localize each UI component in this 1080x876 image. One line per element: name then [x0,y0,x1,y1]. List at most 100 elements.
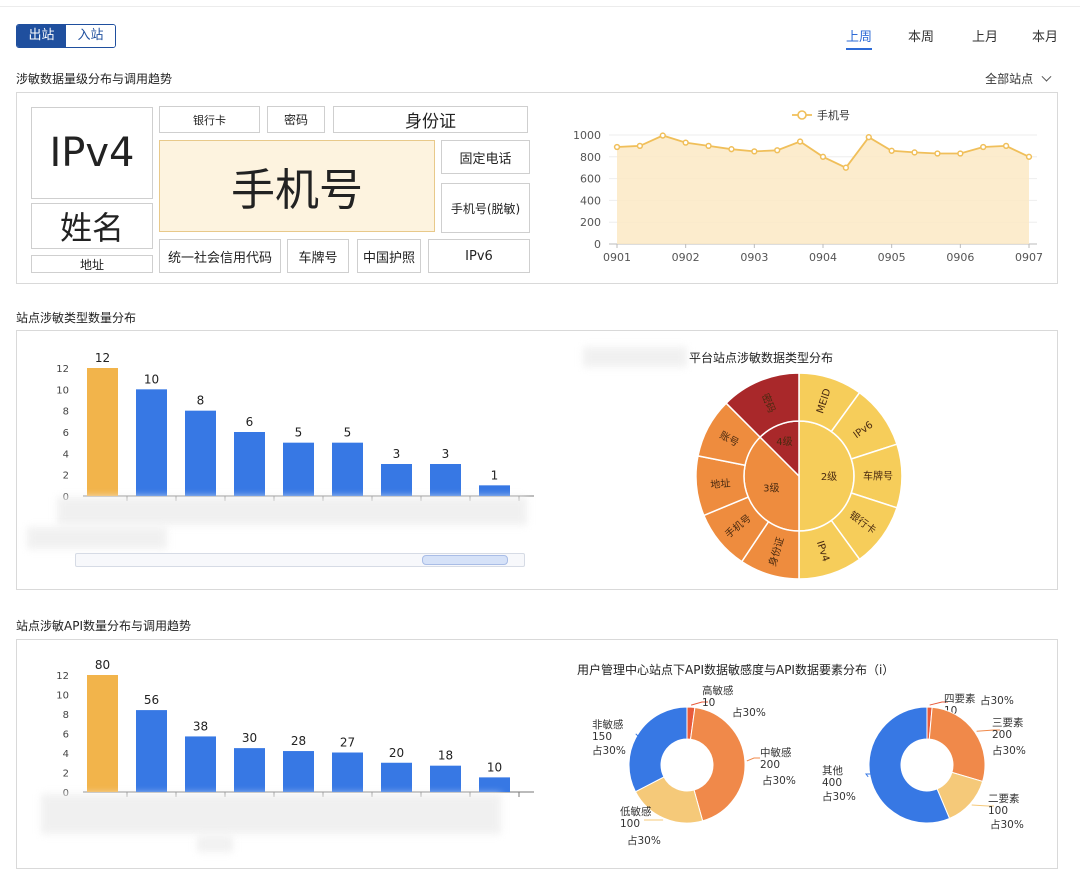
site-type-bar-chart: 02468101212108655331 [56,351,534,503]
slice-value-label: 100 [988,805,1008,817]
volume-panel: IPv4 姓名 地址 银行卡 密码 身份证 手机号 固定电话 手机号(脱敏) 统… [16,92,1058,284]
bar [136,389,167,496]
section-title-volume: 涉敏数据量级分布与调用趋势 [16,72,173,86]
data-label: 18 [438,749,453,763]
slice-value-label: 100 [620,818,640,830]
tab-last-week[interactable]: 上周 [846,26,873,50]
trend-line-chart: 0 200 400 600 800 1000 0901 0902 0903 0904 0905 090… [573,108,1043,264]
slice-value-label: 200 [992,729,1012,741]
scrollbar-thumb[interactable] [422,555,508,565]
donut-slice [928,706,986,783]
site-selector[interactable]: 全部站点 [985,70,1052,87]
y-tick-label: 4 [63,749,69,760]
section-title-types: 站点涉敏类型数量分布 [16,311,137,325]
tile-mobile: 手机号 [159,140,435,232]
tile-id-card: 身份证 [333,106,528,133]
sunburst-chart: 2级3级4级MEIDIPv6车牌号银行卡IPv4身份证手机号地址账号密码 [695,372,903,580]
data-label: 5 [344,426,352,440]
tab-this-week[interactable]: 本周 [908,26,934,45]
bar [283,442,314,496]
bar [234,748,265,792]
data-label: 6 [246,415,254,429]
bar [185,736,216,792]
data-label: 12 [95,351,110,365]
tab-last-month[interactable]: 上月 [972,26,998,45]
slice-name-label: 其他 [822,764,843,777]
donut-title: 用户管理中心站点下API数据敏感度与API数据要素分布（i） [577,663,895,677]
bar [479,485,510,496]
x-tick-label: 0901 [603,251,631,264]
sensitivity-donut-chart: 高敏感10占30%中敏感200占30%低敏感100占30%非敏感150占30% [592,684,796,847]
leader-line [746,757,760,762]
x-tick-label: 0907 [1015,251,1043,264]
x-tick-label: 0902 [672,251,700,264]
tile-credit-code: 统一社会信用代码 [159,239,281,273]
data-label: 56 [144,693,159,707]
slice-name-label: 四要素 [944,692,976,705]
section-title-api: 站点涉敏API数量分布与调用趋势 [16,619,191,633]
data-point [1002,142,1010,150]
api-panel: 024681012805638302827201810 用户管理中心站点下API… [16,639,1058,869]
types-panel: 02468101212108655331 平台站点涉敏数据类型分布 2级3级4级… [16,330,1058,590]
blurred-axis-labels [197,836,233,852]
horizontal-scrollbar[interactable] [75,553,525,567]
slice-pct-label: 占30% [732,706,766,719]
slice-value-label: 150 [592,731,612,743]
data-point [819,153,827,160]
data-label: 10 [144,372,159,386]
y-tick-label: 8 [63,407,69,418]
slice-pct-label: 占30% [990,818,1024,831]
data-label: 38 [193,719,208,733]
y-tick-label: 800 [580,151,601,164]
slice-value-label: 400 [822,777,842,789]
slice-name-label: 三要素 [992,716,1024,729]
y-tick-label: 12 [56,671,69,682]
toggle-outbound[interactable]: 出站 [17,25,66,47]
data-label: 28 [291,734,306,748]
slice-pct-label: 占30% [762,774,796,787]
y-tick-label: 2 [63,471,69,482]
tile-plate: 车牌号 [287,239,349,273]
blurred-site-name [583,347,687,367]
slice-name-label: 高敏感 [702,684,734,697]
data-point [659,132,666,139]
tile-address: 地址 [31,255,153,273]
data-label: 1 [491,468,499,482]
sunburst-inner-label: 3级 [763,482,779,494]
tile-password: 密码 [267,106,325,133]
data-label: 3 [393,447,401,461]
data-point [613,143,621,151]
bar [136,710,167,792]
sunburst-inner-label: 2级 [821,471,837,483]
bar [87,368,118,496]
slice-name-label: 低敏感 [620,805,652,818]
y-tick-label: 6 [63,428,69,439]
tile-mobile-masked: 手机号(脱敏) [441,183,530,233]
blurred-axis-labels [27,527,167,549]
data-label: 5 [295,426,303,440]
slice-name-label: 二要素 [988,792,1020,805]
toggle-inbound[interactable]: 入站 [66,25,115,47]
sunburst-inner-label: 4级 [776,436,792,448]
data-point [911,149,918,156]
y-tick-label: 600 [580,173,601,186]
blurred-axis-labels [57,497,527,525]
y-tick-label: 6 [63,730,69,741]
data-label: 8 [197,394,205,408]
data-point [636,142,644,150]
bar [332,442,363,496]
sunburst-title: 平台站点涉敏数据类型分布 [689,351,834,365]
tab-this-month[interactable]: 本月 [1032,26,1058,45]
legend-label: 手机号 [817,108,850,122]
slice-pct-label: 占30% [980,694,1014,707]
data-label: 20 [389,746,404,760]
slice-name-label: 非敏感 [592,718,624,731]
direction-toggle[interactable]: 出站 入站 [16,24,116,48]
data-point [980,143,987,151]
data-point [751,148,758,155]
slice-name-label: 中敏感 [760,746,792,759]
data-point [796,138,804,145]
slice-pct-label: 占30% [822,790,856,803]
bar [479,777,510,792]
bar [381,464,412,496]
